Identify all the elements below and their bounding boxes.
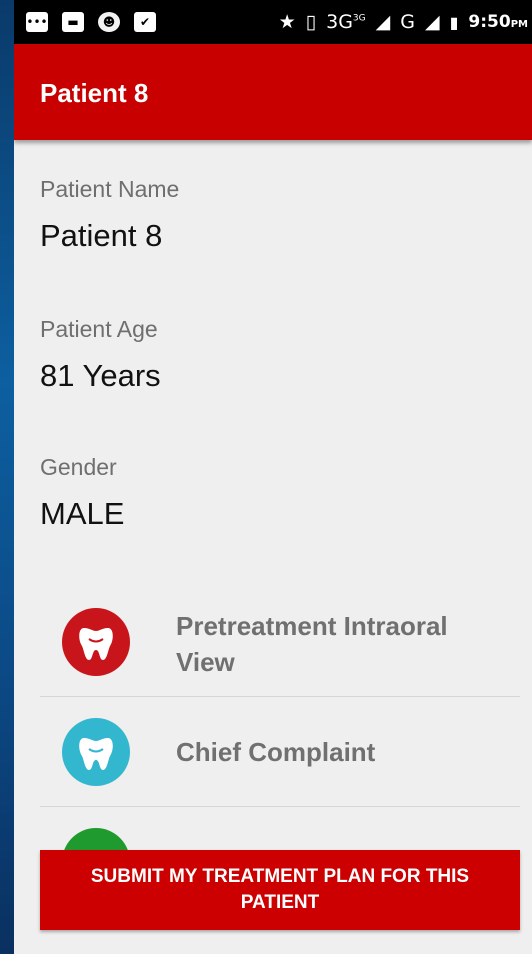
chat-icon: •••	[26, 12, 48, 32]
signal-icon: ◢	[375, 11, 391, 33]
star-icon: ★	[278, 11, 296, 33]
patient-name-label: Patient Name	[40, 176, 180, 202]
app-screen: ••• ▬ ☻ ✔ ★ ▯ 3G3G ◢ G ◢ ▮ 9:50PM Patien…	[14, 0, 532, 954]
vibrate-icon: ▯	[305, 11, 317, 33]
patient-age-value: 81 Years	[40, 358, 161, 393]
gender-value: MALE	[40, 496, 125, 531]
page-title: Patient 8	[40, 78, 149, 108]
patient-age-label: Patient Age	[40, 316, 158, 342]
section-item-chief-complaint[interactable]: Chief Complaint	[40, 696, 520, 807]
status-bar: ••• ▬ ☻ ✔ ★ ▯ 3G3G ◢ G ◢ ▮ 9:50PM	[14, 0, 532, 44]
check-icon: ✔	[134, 12, 156, 32]
battery-icon: ▮	[449, 12, 459, 32]
tooth-icon	[62, 608, 130, 676]
signal-icon-2: ◢	[424, 11, 440, 33]
app-notification-icon: ☻	[98, 12, 120, 32]
gender-label: Gender	[40, 454, 117, 480]
image-icon: ▬	[62, 12, 84, 32]
app-bar: Patient 8	[14, 44, 532, 140]
patient-name-value: Patient 8	[40, 218, 163, 253]
network-type-label-2: G	[400, 11, 415, 33]
section-item-pretreatment[interactable]: Pretreatment Intraoral View	[40, 590, 520, 697]
submit-treatment-plan-button[interactable]: SUBMIT MY TREATMENT PLAN FOR THIS PATIEN…	[40, 850, 520, 930]
network-type-label: 3G3G	[326, 11, 366, 33]
section-label: Pretreatment Intraoral View	[176, 611, 448, 677]
section-label: Chief Complaint	[176, 737, 376, 767]
clock: 9:50PM	[468, 12, 528, 32]
submit-button-label: SUBMIT MY TREATMENT PLAN FOR THIS PATIEN…	[90, 866, 470, 913]
tooth-icon	[62, 718, 130, 786]
